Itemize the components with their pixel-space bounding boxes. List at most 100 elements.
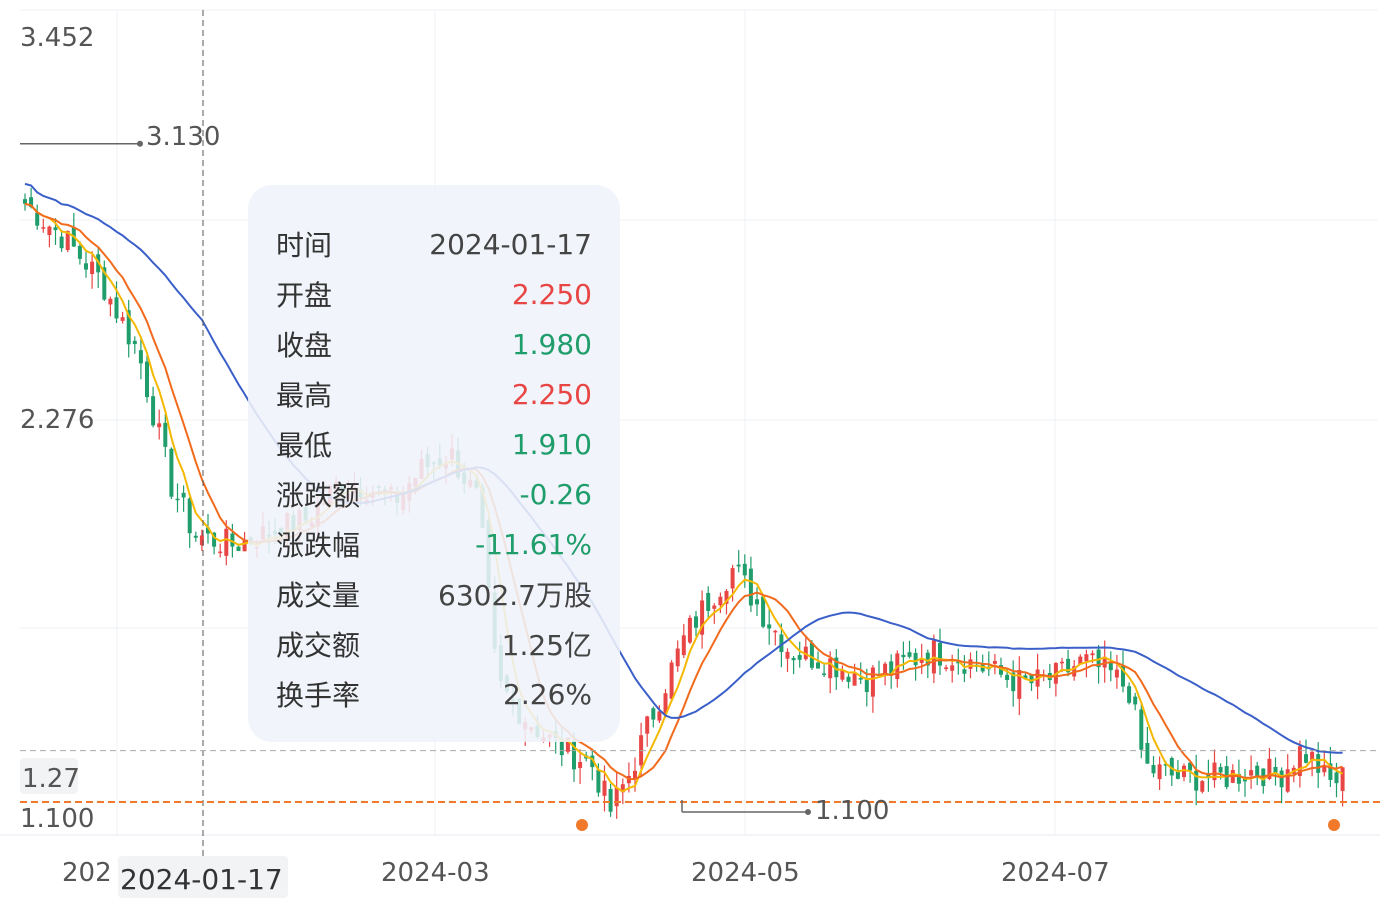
candle-body-163 bbox=[1017, 670, 1022, 699]
event-marker-2 bbox=[1328, 819, 1340, 831]
candle-body-3 bbox=[41, 227, 46, 229]
candle-body-185 bbox=[1151, 765, 1156, 774]
candle-body-120 bbox=[755, 599, 759, 605]
tooltip-row-4: 最低 1.910 bbox=[276, 419, 592, 469]
candle-body-206 bbox=[1279, 770, 1284, 788]
tooltip-label: 最高 bbox=[276, 379, 333, 412]
candle-body-161 bbox=[1005, 674, 1010, 680]
candle-body-119 bbox=[748, 568, 753, 606]
candle-body-207 bbox=[1285, 769, 1290, 792]
candle-body-147 bbox=[919, 659, 924, 663]
candle-body-10 bbox=[84, 263, 88, 270]
tooltip-value: 6302.7万股 bbox=[438, 579, 592, 612]
event-marker-1 bbox=[576, 819, 588, 831]
candle-body-22 bbox=[157, 423, 162, 428]
candle-body-130 bbox=[816, 662, 820, 669]
min-annotation-label: 1.100 bbox=[815, 796, 889, 826]
overlays-layer bbox=[20, 10, 1380, 900]
candle-body-126 bbox=[791, 657, 796, 661]
tooltip-row-8: 成交额 1.25亿 bbox=[276, 619, 592, 669]
candle-body-15 bbox=[114, 297, 119, 319]
candle-body-5 bbox=[53, 227, 58, 231]
candle-body-23 bbox=[163, 422, 168, 447]
tooltip-row-2: 收盘 1.980 bbox=[276, 319, 592, 369]
tooltip-label: 最低 bbox=[276, 429, 333, 462]
candle-body-6 bbox=[59, 236, 64, 249]
candle-body-135 bbox=[846, 676, 851, 682]
candle-body-179 bbox=[1114, 669, 1119, 678]
candle-body-20 bbox=[145, 361, 149, 398]
x-label-1: 2024-03 bbox=[381, 858, 490, 888]
candle-body-95 bbox=[602, 780, 607, 796]
candle-body-144 bbox=[901, 654, 906, 658]
tooltip-label: 成交额 bbox=[276, 629, 361, 662]
candle-body-183 bbox=[1139, 709, 1144, 750]
tooltip-value: -0.26 bbox=[519, 477, 592, 511]
tooltip-label: 开盘 bbox=[276, 279, 333, 312]
candle-body-129 bbox=[809, 642, 814, 668]
tooltip-label: 成交量 bbox=[276, 579, 361, 612]
candle-body-88 bbox=[559, 741, 564, 756]
candle-body-26 bbox=[181, 492, 186, 498]
candle-body-137 bbox=[858, 678, 863, 680]
candle-body-117 bbox=[736, 564, 741, 567]
candle-body-94 bbox=[596, 769, 601, 793]
candle-body-215 bbox=[1334, 772, 1339, 784]
candle-body-19 bbox=[138, 350, 143, 364]
tooltip-label: 时间 bbox=[276, 229, 333, 262]
candle-body-104 bbox=[657, 711, 662, 721]
candle-body-139 bbox=[870, 667, 875, 697]
candle-body-113 bbox=[712, 605, 717, 609]
ma-line-ma10 bbox=[24, 202, 1343, 781]
candle-body-25 bbox=[175, 498, 180, 501]
candle-body-33 bbox=[224, 528, 229, 556]
max-annotation-label: 3.130 bbox=[146, 122, 220, 152]
tooltip-value: 1.980 bbox=[511, 327, 592, 361]
candle-body-131 bbox=[822, 673, 827, 676]
candles-layer bbox=[23, 187, 1345, 819]
candle-body-35 bbox=[236, 546, 241, 552]
tooltip-row-6: 涨跌幅 -11.61% bbox=[276, 519, 592, 569]
candle-body-125 bbox=[785, 651, 790, 659]
candle-body-110 bbox=[694, 616, 698, 628]
max-annotation-dot bbox=[137, 140, 143, 147]
candle-body-146 bbox=[913, 652, 918, 666]
candle-body-127 bbox=[797, 655, 802, 660]
candle-body-112 bbox=[706, 592, 711, 611]
candle-body-103 bbox=[651, 708, 656, 720]
candle-body-151 bbox=[944, 667, 949, 670]
candle-body-108 bbox=[681, 635, 686, 656]
candle-body-186 bbox=[1157, 764, 1162, 780]
candle-body-28 bbox=[193, 535, 198, 538]
crosshair-date-label: 2024-01-17 bbox=[120, 863, 283, 896]
tooltip-value: 1.25亿 bbox=[501, 629, 592, 662]
candle-body-107 bbox=[675, 648, 680, 667]
x-label-3: 2024-07 bbox=[1001, 858, 1110, 888]
candle-body-132 bbox=[828, 658, 833, 679]
tooltip-label: 换手率 bbox=[276, 679, 361, 712]
candle-body-2 bbox=[35, 212, 40, 226]
candle-body-152 bbox=[950, 665, 955, 671]
candlestick-chart[interactable]: 3.452 2.276 1.100 1.27 3.130 1.100 2024-03 2024… bbox=[0, 0, 1380, 908]
candle-body-134 bbox=[840, 670, 845, 680]
candle-body-155 bbox=[968, 659, 973, 669]
candle-body-14 bbox=[108, 298, 113, 305]
candle-body-118 bbox=[742, 563, 747, 576]
candle-body-182 bbox=[1133, 696, 1138, 705]
candle-body-97 bbox=[614, 787, 619, 807]
tooltip-row-5: 涨跌额 -0.26 bbox=[276, 469, 592, 519]
y-label-current-price: 1.27 bbox=[22, 764, 80, 794]
candle-body-190 bbox=[1182, 765, 1186, 778]
candle-body-102 bbox=[645, 716, 650, 734]
candle-body-210 bbox=[1304, 754, 1308, 763]
candle-body-202 bbox=[1255, 765, 1260, 777]
candle-body-178 bbox=[1108, 663, 1113, 671]
candle-body-184 bbox=[1145, 743, 1150, 764]
y-label-top: 3.452 bbox=[20, 23, 94, 53]
tooltip-label: 收盘 bbox=[276, 329, 333, 362]
candle-body-212 bbox=[1316, 754, 1321, 773]
candle-body-116 bbox=[730, 568, 735, 589]
tooltip-value: -11.61% bbox=[475, 527, 592, 561]
moving-averages-layer bbox=[24, 182, 1344, 793]
tooltip-row-9: 换手率 2.26% bbox=[276, 669, 592, 719]
